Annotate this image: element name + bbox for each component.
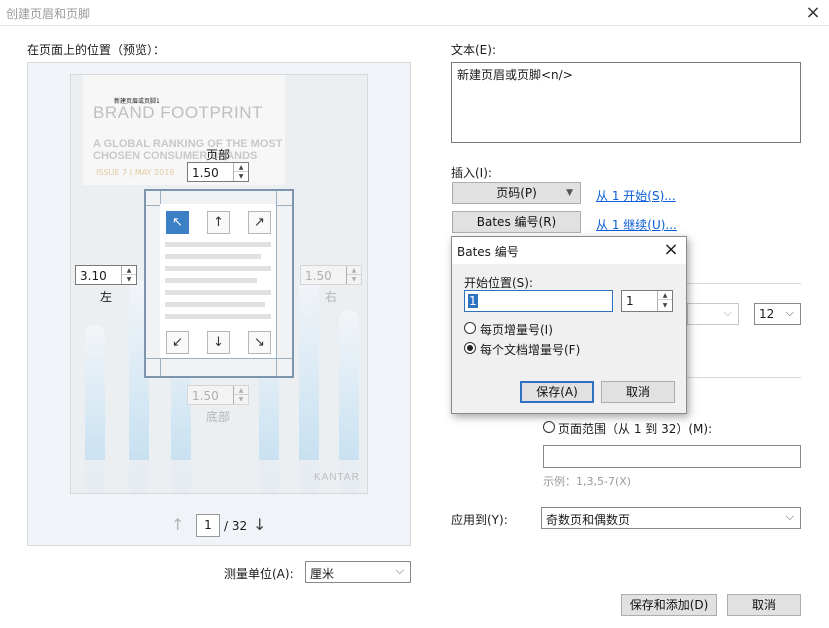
increment-icon[interactable]: ▲ [658, 291, 672, 300]
guide-line [276, 191, 277, 376]
mini-text-line [165, 290, 271, 295]
page-number-start-link[interactable]: 从 1 开始(S)... [596, 187, 676, 204]
decrement-icon[interactable]: ▼ [234, 395, 248, 404]
issue-text: ISSUE 7 | MAY 2019 [96, 168, 175, 177]
font-size-value: 12 [759, 307, 775, 321]
per-page-radio[interactable] [464, 322, 476, 334]
per-document-label: 每个文档增量号(F) [480, 343, 581, 357]
header-text-area[interactable]: 新建页眉或页脚<n/> [451, 62, 801, 143]
close-icon[interactable]: × [804, 4, 822, 22]
dialog-title: Bates 编号 [457, 245, 519, 259]
mini-text-line [165, 254, 261, 259]
mini-text-line [165, 302, 265, 307]
mini-text-line [165, 242, 271, 247]
mini-text-line [165, 314, 271, 319]
font-size-select[interactable]: 12 ⌵ [754, 303, 801, 325]
next-page-icon[interactable]: ↓ [253, 515, 266, 534]
page-number-button[interactable]: 页码(P) ▼ [452, 182, 581, 204]
brand-subtitle-line: A GLOBAL RANKING OF THE MOST [93, 138, 283, 150]
font-select[interactable]: ⌵ [687, 303, 739, 325]
bottom-margin-label: 底部 [206, 410, 231, 424]
previous-page-icon[interactable]: ↑ [171, 515, 184, 534]
dropdown-arrow-icon: ▼ [566, 188, 573, 198]
insert-label: 插入(I): [451, 166, 492, 180]
increment-icon[interactable]: ▲ [234, 163, 248, 172]
bates-number-button[interactable]: Bates 编号(R) [452, 211, 581, 233]
decrement-icon[interactable]: ▼ [234, 172, 248, 181]
decrement-icon[interactable]: ▼ [122, 275, 136, 284]
page-number-input[interactable]: 1 [196, 514, 220, 537]
left-margin-stepper[interactable]: 3.10 ▲ ▼ [75, 265, 137, 285]
start-position-input[interactable]: 1 [464, 290, 613, 312]
increment-icon[interactable]: ▲ [234, 386, 248, 395]
bates-dialog: Bates 编号 × 开始位置(S): 1 1 ▲ ▼ 每页增量号(I) 每个文档… [451, 236, 687, 414]
text-label: 文本(E): [451, 43, 496, 57]
save-and-add-button[interactable]: 保存和添加(D) [621, 594, 717, 616]
position-bottom-right-button[interactable]: ↘ [248, 331, 271, 354]
position-top-center-button[interactable]: ↑ [207, 211, 230, 234]
page-range-input[interactable] [543, 445, 801, 468]
chevron-down-icon: ⌵ [785, 510, 794, 523]
left-margin-value: 3.10 [80, 269, 107, 283]
page-range-label: 页面范围（从 1 到 32）(M): [558, 422, 713, 436]
apply-to-label: 应用到(Y): [451, 513, 508, 527]
chevron-down-icon: ⌵ [395, 564, 404, 577]
decrement-icon[interactable]: ▼ [658, 301, 672, 310]
increment-icon[interactable]: ▲ [347, 266, 361, 275]
right-margin-stepper[interactable]: 1.50 ▲ ▼ [300, 265, 362, 285]
preview-label: 在页面上的位置（预览）： [27, 43, 166, 57]
dialog-cancel-button[interactable]: 取消 [601, 381, 675, 403]
increment-icon[interactable]: ▲ [122, 266, 136, 275]
start-position-label: 开始位置(S): [464, 276, 534, 290]
bottom-margin-stepper[interactable]: 1.50 ▲ ▼ [187, 385, 249, 405]
right-margin-value: 1.50 [305, 269, 332, 283]
decrement-icon[interactable]: ▼ [347, 275, 361, 284]
chevron-down-icon: ⌵ [723, 306, 732, 319]
left-margin-label: 左 [100, 290, 113, 304]
position-bottom-left-button[interactable]: ↙ [166, 331, 189, 354]
position-bottom-center-button[interactable]: ↓ [207, 331, 230, 354]
per-document-radio[interactable] [464, 342, 476, 354]
units-label: 测量单位(A): [224, 567, 294, 581]
mini-text-line [165, 266, 271, 271]
top-margin-label: 页部 [206, 148, 231, 162]
page-number-button-label: 页码(P) [496, 186, 537, 200]
right-margin-label: 右 [325, 290, 338, 304]
start-position-value: 1 [468, 294, 478, 308]
brand-title: BRAND FOOTPRINT [93, 103, 263, 122]
guide-line [146, 358, 292, 359]
page-range-example: 示例：1,3,5-7(X) [543, 475, 632, 488]
units-select[interactable]: 厘米 ⌵ [305, 561, 411, 583]
divider [687, 283, 801, 284]
page-total: / 32 [224, 519, 248, 533]
brand-subtitle: A GLOBAL RANKING OF THE MOST CHOSEN CONS… [93, 138, 282, 162]
top-margin-value: 1.50 [192, 166, 219, 180]
title-bar [0, 0, 829, 26]
position-top-right-button[interactable]: ↗ [248, 211, 271, 234]
bates-continue-link[interactable]: 从 1 继续(U)... [596, 216, 677, 233]
cancel-button[interactable]: 取消 [727, 594, 801, 616]
window-title: 创建页眉和页脚 [6, 7, 91, 21]
divider [687, 377, 801, 378]
apply-to-select[interactable]: 奇数页和偶数页 ⌵ [541, 507, 801, 529]
dialog-close-icon[interactable]: × [662, 240, 680, 260]
per-page-label: 每页增量号(I) [480, 323, 553, 337]
units-value: 厘米 [310, 567, 335, 581]
digits-stepper[interactable]: 1 ▲ ▼ [621, 290, 673, 312]
chevron-down-icon: ⌵ [785, 306, 794, 319]
divider [0, 25, 829, 26]
kantar-logo: KANTAR [314, 472, 360, 483]
digits-value: 1 [626, 294, 634, 308]
position-top-left-button[interactable]: ↖ [166, 211, 189, 234]
apply-to-value: 奇数页和偶数页 [546, 513, 631, 527]
mini-text-line [165, 278, 257, 283]
dialog-save-button[interactable]: 保存(A) [520, 381, 594, 403]
top-margin-stepper[interactable]: 1.50 ▲ ▼ [187, 162, 249, 182]
page-range-radio[interactable] [543, 421, 555, 433]
brand-subtitle-line: CHOSEN CONSUMER BRANDS [93, 150, 258, 162]
bottom-margin-value: 1.50 [192, 389, 219, 403]
